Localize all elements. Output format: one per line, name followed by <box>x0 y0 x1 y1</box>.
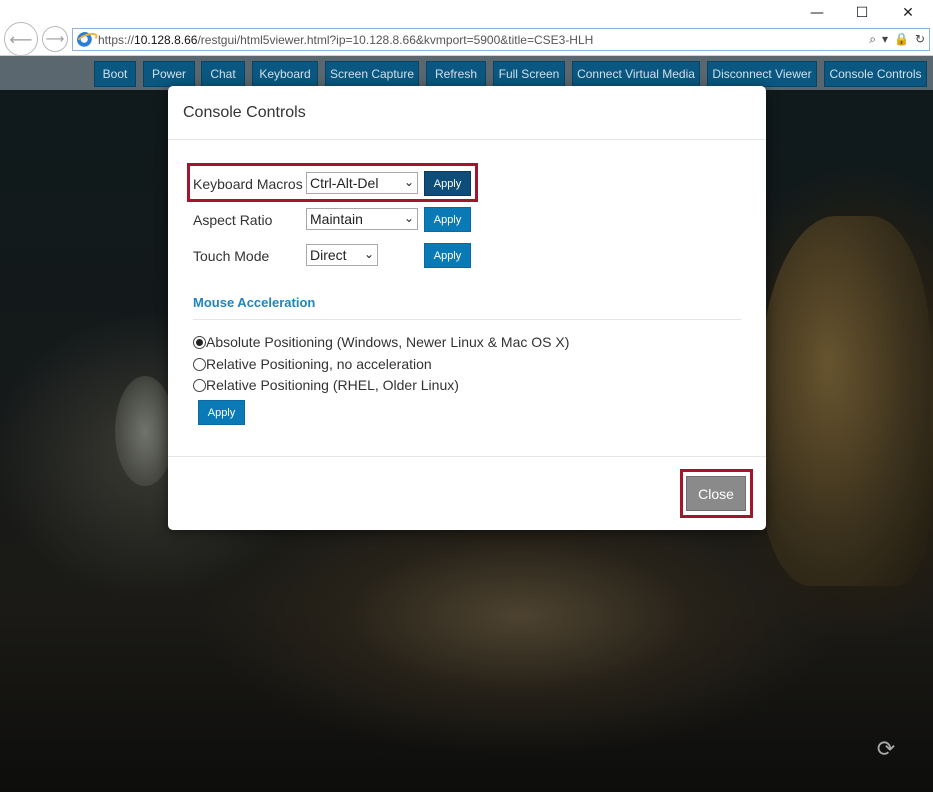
refresh-icon[interactable]: ↻ <box>915 32 925 47</box>
touch-mode-value: Direct <box>310 247 347 263</box>
radio-unchecked-icon[interactable] <box>193 378 206 392</box>
aspect-ratio-label: Aspect Ratio <box>193 212 273 228</box>
keyboard-macros-apply-button[interactable]: Apply <box>424 171 471 196</box>
url-text: https://10.128.8.66/restgui/html5viewer.… <box>98 33 593 47</box>
keyboard-macros-select[interactable]: Ctrl-Alt-Del ⌄ <box>306 172 418 194</box>
mouse-acceleration-apply-button[interactable]: Apply <box>198 400 245 425</box>
radio-label: Absolute Positioning (Windows, Newer Lin… <box>206 334 570 350</box>
connect-virtual-media-button[interactable]: Connect Virtual Media <box>572 61 700 87</box>
dialog-title: Console Controls <box>183 104 306 121</box>
minimize-icon[interactable]: — <box>795 2 839 24</box>
header-divider <box>168 139 766 140</box>
footer-divider <box>168 456 766 457</box>
address-bar[interactable]: https://10.128.8.66/restgui/html5viewer.… <box>72 28 930 51</box>
browser-chrome: — ☐ ✕ ⟵ ⟶ https://10.128.8.66/restgui/ht… <box>0 0 933 56</box>
section-divider <box>193 319 741 320</box>
screen-capture-button[interactable]: Screen Capture <box>325 61 419 87</box>
forward-icon[interactable]: ⟶ <box>42 26 68 52</box>
touch-mode-apply-button[interactable]: Apply <box>424 243 471 268</box>
chat-button[interactable]: Chat <box>201 61 245 87</box>
background-arch <box>115 376 175 486</box>
close-window-icon[interactable]: ✕ <box>886 2 930 24</box>
address-tools: ⌕ ▾ 🔒 ↻ <box>869 32 925 47</box>
aspect-ratio-select[interactable]: Maintain ⌄ <box>306 208 418 230</box>
url-prefix: https:// <box>98 32 135 47</box>
radio-relative-rhel[interactable]: Relative Positioning (RHEL, Older Linux) <box>193 377 459 393</box>
radio-unchecked-icon[interactable] <box>193 357 206 371</box>
boot-button[interactable]: Boot <box>94 61 136 87</box>
aspect-ratio-value: Maintain <box>310 211 363 227</box>
restore-icon[interactable]: ⟳ <box>872 736 900 764</box>
maximize-icon[interactable]: ☐ <box>840 2 884 24</box>
url-host: 10.128.8.66 <box>134 32 198 47</box>
keyboard-button[interactable]: Keyboard <box>252 61 318 87</box>
radio-absolute-positioning[interactable]: Absolute Positioning (Windows, Newer Lin… <box>193 334 569 350</box>
radio-checked-icon[interactable] <box>193 335 206 349</box>
power-button[interactable]: Power <box>143 61 195 87</box>
mouse-acceleration-title: Mouse Acceleration <box>193 295 316 310</box>
full-screen-button[interactable]: Full Screen <box>493 61 565 87</box>
chevron-down-icon: ⌄ <box>403 175 414 189</box>
lock-icon[interactable]: 🔒 <box>894 32 909 47</box>
radio-label: Relative Positioning, no acceleration <box>206 356 432 372</box>
disconnect-viewer-button[interactable]: Disconnect Viewer <box>707 61 817 87</box>
radio-relative-no-accel[interactable]: Relative Positioning, no acceleration <box>193 356 432 372</box>
radio-label: Relative Positioning (RHEL, Older Linux) <box>206 377 459 393</box>
keyboard-macros-value: Ctrl-Alt-Del <box>310 175 379 191</box>
back-icon[interactable]: ⟵ <box>4 22 38 56</box>
viewer-toolbar: Boot Power Chat Keyboard Screen Capture … <box>0 56 933 90</box>
background-rock <box>760 216 930 586</box>
touch-mode-label: Touch Mode <box>193 248 270 264</box>
chevron-down-icon: ⌄ <box>363 247 374 261</box>
aspect-ratio-apply-button[interactable]: Apply <box>424 207 471 232</box>
touch-mode-select[interactable]: Direct ⌄ <box>306 244 378 266</box>
keyboard-macros-label: Keyboard Macros <box>193 176 303 192</box>
dropdown-icon[interactable]: ▾ <box>882 32 888 47</box>
console-controls-dialog: Console Controls Keyboard Macros Ctrl-Al… <box>168 86 766 530</box>
url-path: /restgui/html5viewer.html?ip=10.128.8.66… <box>197 32 594 47</box>
close-button[interactable]: Close <box>686 476 746 511</box>
console-controls-button[interactable]: Console Controls <box>824 61 927 87</box>
chevron-down-icon: ⌄ <box>403 211 414 225</box>
search-icon[interactable]: ⌕ <box>869 32 876 47</box>
ie-logo-icon <box>77 31 93 48</box>
refresh-button[interactable]: Refresh <box>426 61 486 87</box>
